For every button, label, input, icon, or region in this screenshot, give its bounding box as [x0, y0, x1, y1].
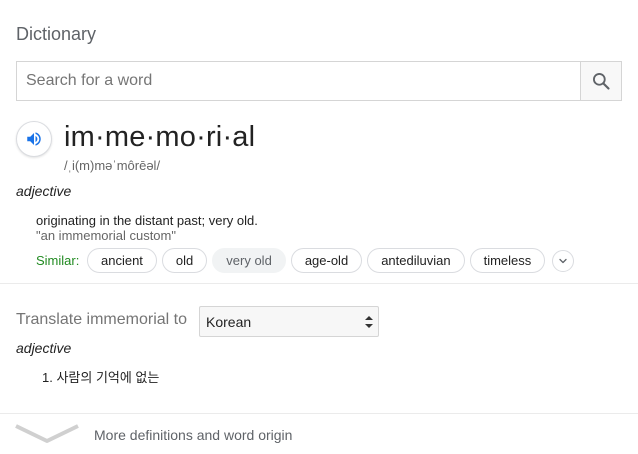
translation-item: 1. 사람의 기억에 없는 [42, 370, 160, 385]
similar-chip-timeless[interactable]: timeless [469, 248, 546, 273]
speaker-icon [27, 132, 41, 146]
similar-chip-age-old[interactable]: age-old [290, 248, 363, 273]
search-icon [593, 73, 610, 90]
part-of-speech: adjective [16, 183, 72, 199]
phonetic: /ˌi(m)məˈmôrēəl/ [64, 158, 161, 173]
similar-chip-ancient[interactable]: ancient [87, 248, 157, 273]
divider [0, 413, 638, 414]
chevron-down-icon [559, 258, 567, 263]
more-similar-button[interactable] [552, 249, 575, 272]
example: "an immemorial custom" [36, 228, 176, 243]
translation-part-of-speech: adjective [16, 340, 72, 356]
similar-chip-old[interactable]: old [161, 248, 208, 273]
language-select-value: Korean [206, 314, 252, 330]
definition: originating in the distant past; very ol… [36, 213, 258, 228]
similar-chip-very-old[interactable]: very old [212, 248, 286, 273]
select-arrows-icon [365, 316, 373, 328]
search-input[interactable] [17, 62, 582, 100]
similar-chip-antediluvian[interactable]: antediluvian [367, 248, 465, 273]
language-select[interactable]: Korean [199, 306, 379, 337]
search-box [16, 61, 622, 101]
divider [0, 283, 638, 284]
similar-label: Similar: [36, 253, 80, 268]
chevron-down-icon[interactable] [14, 422, 80, 444]
dictionary-card: Dictionary im·me·mo·ri·al /ˌi(m)məˈmôrēə… [0, 0, 638, 454]
search-button[interactable] [580, 62, 621, 100]
translate-label: Translate immemorial to [16, 311, 188, 328]
headword: im·me·mo·ri·al [64, 121, 256, 153]
more-definitions-link[interactable]: More definitions and word origin [94, 427, 292, 443]
dictionary-title: Dictionary [16, 24, 97, 44]
pronunciation-button[interactable] [16, 121, 52, 157]
similar-chips: ancient old very old age-old antediluvia… [87, 248, 575, 273]
